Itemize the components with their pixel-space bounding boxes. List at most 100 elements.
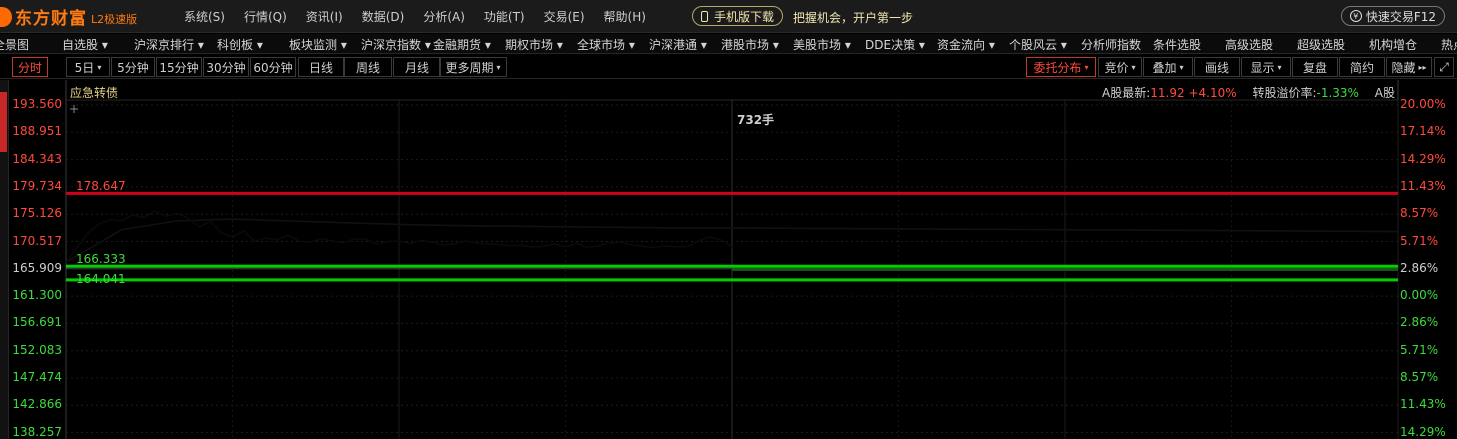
y-tick-label: 170.517 — [12, 233, 62, 248]
period-label: 30分钟 — [206, 60, 246, 75]
nav-item-12[interactable]: DDE决策 ▾ — [865, 36, 925, 53]
pct-tick-label: 14.29% — [1400, 151, 1446, 166]
menu-item-3[interactable]: 数据(D) — [362, 8, 405, 25]
period-button-5[interactable]: 60分钟 — [250, 57, 296, 77]
nav-item-16[interactable]: 条件选股 — [1153, 36, 1201, 53]
mobile-download-button[interactable]: 手机版下载 — [692, 6, 784, 26]
nav-item-18[interactable]: 超级选股 — [1297, 36, 1345, 53]
chevron-down-icon: ▾ — [1277, 62, 1282, 72]
nav-item-1[interactable]: 自选股 ▾ — [62, 36, 108, 53]
mobile-download-label: 手机版下载 — [714, 9, 775, 24]
y-tick-label: 161.300 — [12, 288, 62, 303]
pct-tick-label: 2.86% — [1400, 315, 1439, 330]
period-button-1[interactable]: 5日 ▾ — [66, 57, 110, 77]
nav-item-5[interactable]: 沪深京指数 ▾ — [361, 36, 431, 53]
y-tick-label: 184.343 — [12, 151, 62, 166]
chart-toolbar: 分时 5日 ▾ 5分钟 15分钟 30分钟 60分钟 日线 周线 月线 更多周期 ▾ 委托分布 ▾ 竞价 ▾ 叠… — [0, 55, 1457, 79]
nav-item-9[interactable]: 沪深港通 ▾ — [649, 36, 707, 53]
logo-icon — [0, 6, 12, 27]
side-tab-active[interactable] — [0, 92, 7, 152]
menu-item-1[interactable]: 行情(Q) — [244, 8, 287, 25]
period-label: 分时 — [17, 60, 42, 75]
pct-tick-label: 8.57% — [1400, 206, 1439, 221]
chevron-down-icon: ▾ — [1084, 62, 1089, 72]
pct-tick-label: 11.43% — [1400, 397, 1446, 412]
menu-item-5[interactable]: 功能(T) — [484, 8, 525, 25]
quick-trade-button[interactable]: ¥ 快速交易F12 — [1340, 6, 1445, 26]
nav-item-19[interactable]: 机构增仓 — [1369, 36, 1417, 53]
nav-item-0[interactable]: 全景图 — [0, 36, 29, 53]
nav-item-13[interactable]: 资金流向 ▾ — [937, 36, 995, 53]
y-tick-label: 175.126 — [12, 206, 62, 221]
period-label: 更多周期 — [445, 60, 494, 75]
period-button-4[interactable]: 30分钟 — [203, 57, 249, 77]
pct-tick-label: 5.71% — [1400, 342, 1439, 357]
tool-label: 显示 — [1250, 60, 1275, 75]
tool-button-1[interactable]: 竞价 ▾ — [1098, 57, 1142, 77]
period-button-7[interactable]: 周线 — [344, 57, 392, 77]
main-menu: 系统(S) 行情(Q) 资讯(I) 数据(D) 分析(A) 功能(T) 交易(E) 帮助(H) — [184, 0, 665, 33]
nav-item-11[interactable]: 美股市场 ▾ — [793, 36, 851, 53]
nav-item-14[interactable]: 个股风云 ▾ — [1009, 36, 1067, 53]
menu-item-7[interactable]: 帮助(H) — [604, 8, 646, 25]
tool-button-0[interactable]: 委托分布 ▾ — [1026, 57, 1096, 77]
nav-item-17[interactable]: 高级选股 — [1225, 36, 1273, 53]
tool-button-4[interactable]: 显示 ▾ — [1241, 57, 1291, 77]
tool-button-3[interactable]: 画线 — [1194, 57, 1240, 77]
pct-tick-label: 8.57% — [1400, 370, 1439, 384]
chevron-down-icon: ▾ — [1131, 62, 1136, 72]
pct-tick-label: 0.00% — [1400, 288, 1439, 303]
quick-trade-label: 快速交易F12 — [1365, 9, 1436, 24]
tool-button-2[interactable]: 叠加 ▾ — [1143, 57, 1193, 77]
period-button-6[interactable]: 日线 — [298, 57, 344, 77]
nav-item-15[interactable]: 分析师指数 — [1081, 36, 1141, 53]
premium-label: 转股溢价率: — [1252, 86, 1317, 100]
phone-icon — [701, 10, 708, 22]
app-version: L2极速版 — [91, 12, 138, 26]
tool-button-7[interactable]: 隐藏 ▸▸ — [1386, 57, 1432, 77]
premium-value: -1.33% — [1316, 86, 1359, 100]
a-share-link[interactable]: A股 — [1375, 86, 1395, 100]
y-tick-label: 188.951 — [12, 124, 62, 139]
nav-item-20[interactable]: 热点 — [1441, 36, 1457, 53]
menu-item-2[interactable]: 资讯(I) — [306, 8, 343, 25]
promo-slogan[interactable]: 把握机会，开户第一步 — [793, 9, 913, 26]
fullscreen-icon[interactable]: ⤢ — [1434, 57, 1454, 77]
nav-item-8[interactable]: 全球市场 ▾ — [577, 36, 635, 53]
level-label: 164.041 — [76, 271, 126, 286]
menu-item-6[interactable]: 交易(E) — [544, 8, 585, 25]
tool-label: 叠加 — [1152, 60, 1177, 75]
nav-item-3[interactable]: 科创板 ▾ — [217, 36, 263, 53]
period-button-3[interactable]: 15分钟 — [156, 57, 202, 77]
period-button-8[interactable]: 月线 — [393, 57, 441, 77]
pct-tick-label: 17.14% — [1400, 124, 1446, 139]
period-label: 月线 — [404, 60, 429, 75]
tool-label: 竞价 — [1104, 60, 1129, 75]
nav-item-7[interactable]: 期权市场 ▾ — [505, 36, 563, 53]
expand-arrows-icon: ▸▸ — [1418, 62, 1427, 72]
level-label: 178.647 — [76, 179, 126, 194]
tool-button-6[interactable]: 简约 — [1339, 57, 1385, 77]
nav-item-2[interactable]: 沪深京排行 ▾ — [134, 36, 204, 53]
tool-button-5[interactable]: 复盘 — [1292, 57, 1338, 77]
level-label: 166.333 — [76, 252, 126, 267]
period-label: 周线 — [355, 60, 380, 75]
period-label: 5日 — [74, 60, 95, 75]
y-tick-label: 165.909 — [12, 260, 62, 275]
intraday-chart[interactable]: 应急转债 A股最新:11.92 +4.10% 转股溢价率:-1.33% A股 7… — [8, 80, 1457, 439]
app-logo: 东方财富 L2极速版 — [0, 0, 137, 33]
tool-label: 简约 — [1349, 60, 1374, 75]
nav-item-6[interactable]: 金融期货 ▾ — [433, 36, 491, 53]
tool-label: 隐藏 — [1391, 60, 1416, 75]
menu-item-4[interactable]: 分析(A) — [423, 8, 465, 25]
nav-item-10[interactable]: 港股市场 ▾ — [721, 36, 779, 53]
tool-label: 复盘 — [1302, 60, 1327, 75]
pct-tick-label: 2.86% — [1400, 260, 1439, 275]
a-share-label: A股最新: — [1101, 86, 1151, 100]
menu-item-0[interactable]: 系统(S) — [184, 8, 225, 25]
period-button-0[interactable]: 分时 — [12, 57, 48, 77]
period-button-2[interactable]: 5分钟 — [111, 57, 155, 77]
nav-item-4[interactable]: 板块监测 ▾ — [289, 36, 347, 53]
y-tick-label: 156.691 — [12, 315, 62, 330]
period-button-9[interactable]: 更多周期 ▾ — [439, 57, 507, 77]
